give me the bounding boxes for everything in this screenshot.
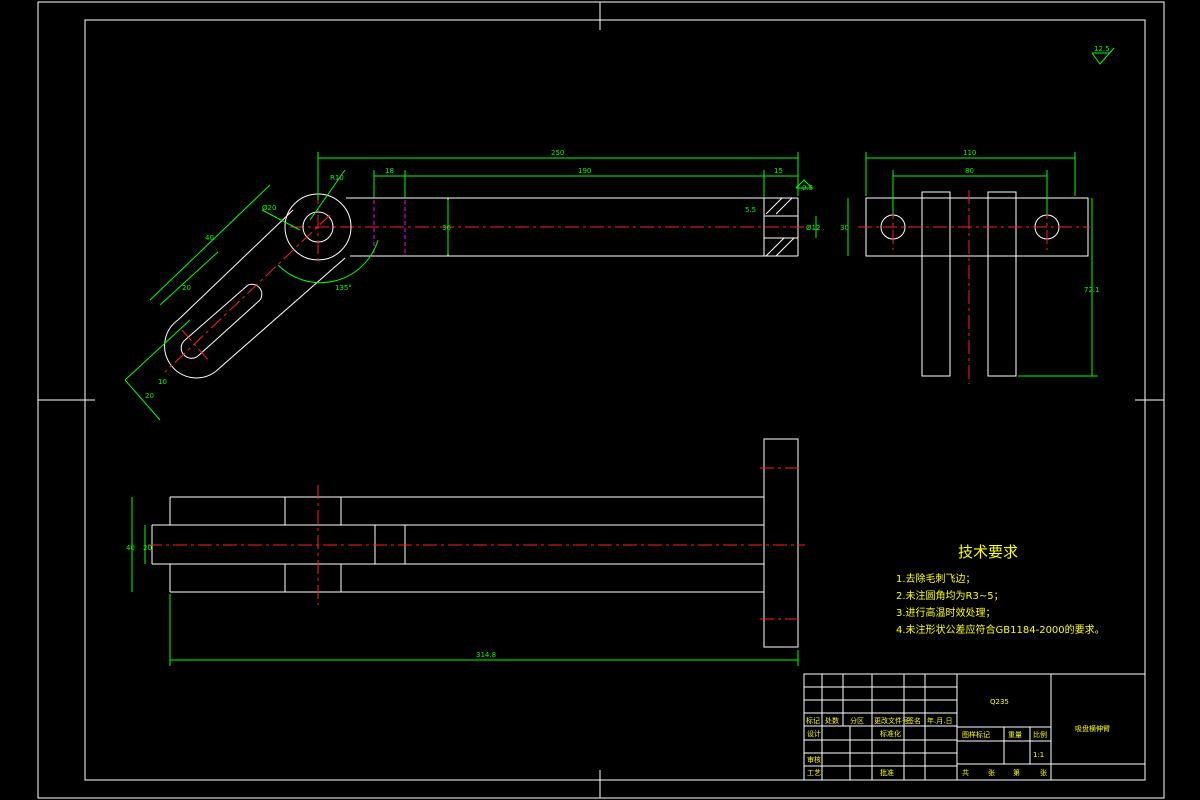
tb-sheet-unit2: 张 <box>1040 768 1047 777</box>
tb-label-0: 标记 <box>806 716 820 725</box>
dim-end-dia: Ø12 <box>806 224 820 232</box>
tb-label-4: 签名 <box>907 716 921 725</box>
dim-side-depth: 72.1 <box>1084 286 1100 294</box>
tech-requirement-4: 4.未注形状公差应符合GB1184-2000的要求。 <box>896 623 1105 636</box>
dim-small-radius: R10 <box>330 174 344 182</box>
tech-requirement-3: 3.进行高温时效处理； <box>896 606 996 619</box>
dim-arm-end-b: 20 <box>145 392 154 400</box>
part-name: 吸盘横伸臂 <box>1075 724 1110 733</box>
outer-border <box>37 1 1165 799</box>
dim-offset-right: 15 <box>774 167 783 175</box>
dim-groove: 5.5 <box>745 206 756 214</box>
tb-scale-label: 比例 <box>1033 730 1047 739</box>
tb-check: 审核 <box>807 755 821 764</box>
tech-requirements-title: 技术要求 <box>958 543 1018 561</box>
dim-angle: 135° <box>335 284 352 292</box>
roughness-symbol: 12.5 <box>1091 45 1115 65</box>
tb-process: 工艺 <box>807 769 821 777</box>
tech-requirements: 技术要求 1.去除毛刺飞边； 2.未注圆角均为R3~5； 3.进行高温时效处理；… <box>896 543 1105 636</box>
dim-bar-height: 30 <box>442 224 451 232</box>
dim-side-height: 30 <box>840 224 849 232</box>
dim-side-pitch: 80 <box>965 167 974 175</box>
tb-stage-mark: 图样标记 <box>962 730 990 739</box>
material: Q235 <box>990 698 1009 706</box>
tb-label-2: 分区 <box>850 716 864 725</box>
inner-border <box>84 19 1146 781</box>
tb-label-5: 年.月.日 <box>927 716 952 725</box>
dim-arm-end-a: 10 <box>158 378 167 386</box>
tb-standardize: 标准化 <box>880 729 901 738</box>
dim-arm-len-outer: 40 <box>205 234 214 242</box>
roughness-value: 12.5 <box>1094 45 1110 53</box>
side-view: 110 80 30 72.1 <box>840 149 1100 384</box>
tech-requirement-2: 2.未注圆角均为R3~5； <box>896 589 1004 602</box>
dim-bottom-h2: 20 <box>143 544 152 552</box>
top-view: 40 20 314.8 <box>126 438 805 666</box>
dim-bottom-h1: 40 <box>126 544 135 552</box>
dim-overall-length: 250 <box>551 149 564 157</box>
title-block: Q235 吸盘横伸臂 标记 处数 分区 更改文件号 签名 年.月.日 设计 标准… <box>803 673 1146 781</box>
tb-weight: 重量 <box>1008 731 1022 739</box>
dim-offset-left: 18 <box>385 167 394 175</box>
tb-sheet-no: 第 <box>1013 768 1020 777</box>
front-view: 250 18 190 15 30 Ø12 5.5 0.5 R10 Ø20 135… <box>124 149 820 421</box>
dim-bottom-length: 314.8 <box>476 651 496 659</box>
tb-approve: 批准 <box>880 768 894 777</box>
tb-sheet-unit: 张 <box>988 768 995 777</box>
tb-scale: 1:1 <box>1033 751 1044 759</box>
dim-mid-length: 190 <box>578 167 591 175</box>
dim-arm-slot: 20 <box>182 284 191 292</box>
tech-requirement-1: 1.去除毛刺飞边； <box>896 572 976 585</box>
tb-label-3: 更改文件号 <box>874 716 909 725</box>
tb-label-1: 处数 <box>825 716 839 725</box>
drawing-canvas: 12.5 250 18 190 15 30 Ø12 5.5 0.5 R10 Ø2… <box>37 1 1165 799</box>
tb-design: 设计 <box>807 729 821 738</box>
dim-side-width: 110 <box>963 149 976 157</box>
dim-hole-dia: Ø20 <box>262 204 276 212</box>
tb-sheet-total: 共 <box>962 768 969 777</box>
